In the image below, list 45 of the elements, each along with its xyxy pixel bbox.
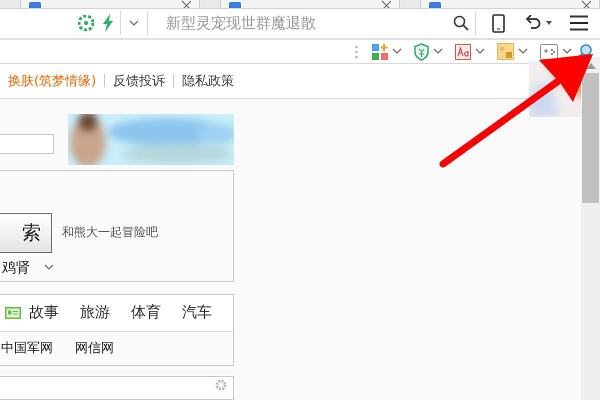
site-link[interactable]: 网信网 — [75, 339, 114, 358]
browser-tab[interactable] — [420, 0, 600, 8]
nav-link[interactable]: 隐私政策 — [182, 72, 234, 90]
site-link[interactable]: 中国军网 — [1, 339, 53, 358]
chevron-down-icon[interactable] — [392, 48, 402, 56]
page-icon — [429, 2, 441, 8]
chevron-down-icon[interactable] — [433, 48, 443, 56]
gamepad-icon[interactable] — [540, 44, 558, 60]
font-icon[interactable] — [455, 44, 471, 60]
chevron-down-icon[interactable] — [127, 20, 141, 27]
chevron-down-icon[interactable] — [44, 264, 54, 272]
search-icon[interactable] — [453, 15, 469, 32]
browser-tab[interactable] — [220, 0, 400, 8]
category-link[interactable]: 体育 — [131, 303, 161, 322]
phone-icon[interactable] — [492, 14, 505, 33]
chevron-down-icon[interactable] — [562, 48, 572, 56]
menu-icon[interactable] — [570, 15, 588, 32]
search-button[interactable]: 索 — [0, 212, 52, 253]
undo-icon[interactable] — [525, 15, 541, 32]
lightning-icon[interactable] — [102, 14, 114, 32]
browser-tab[interactable] — [20, 0, 200, 8]
close-icon[interactable] — [382, 1, 391, 8]
slogan-text: 和熊大一起冒险吧 — [62, 224, 158, 242]
apps-grid-icon[interactable] — [372, 44, 388, 60]
drag-handle-icon[interactable] — [355, 44, 358, 59]
address-field[interactable]: 新型灵宠现世群魔退散 — [164, 13, 453, 34]
nav-link[interactable]: 反馈投诉 — [113, 72, 166, 90]
chevron-down-icon[interactable] — [475, 48, 485, 56]
dropdown[interactable]: 鸡肾 — [0, 258, 233, 277]
aperture-icon[interactable] — [78, 15, 94, 32]
input-field[interactable] — [0, 134, 54, 154]
category-link[interactable]: 汽车 — [182, 303, 212, 322]
shield-icon[interactable] — [414, 42, 429, 61]
close-icon[interactable] — [182, 1, 191, 8]
chevron-down-icon[interactable] — [518, 48, 528, 56]
card-icon — [5, 306, 21, 319]
page-icon — [29, 2, 41, 8]
page-icon — [229, 2, 241, 8]
caret-icon[interactable] — [546, 21, 552, 26]
category-link[interactable]: 故事 — [29, 303, 59, 322]
scroll-up-icon[interactable] — [586, 62, 596, 69]
category-link[interactable]: 旅游 — [80, 303, 110, 322]
image-icon[interactable] — [497, 43, 514, 60]
close-icon[interactable] — [582, 1, 591, 8]
scrollbar[interactable] — [581, 56, 600, 400]
